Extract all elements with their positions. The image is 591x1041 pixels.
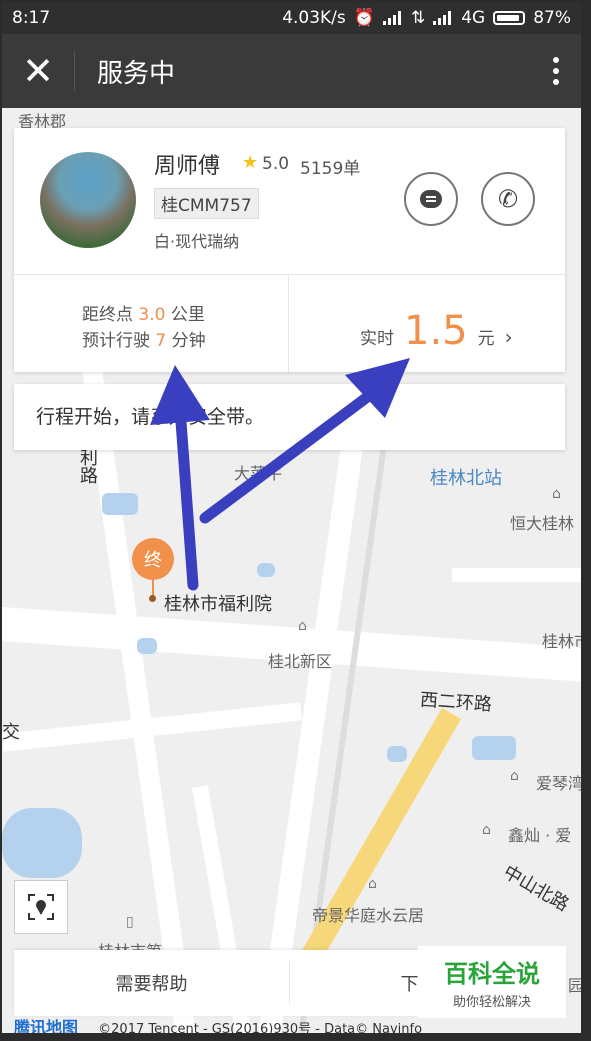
network-speed: 4.03K/s xyxy=(282,8,346,28)
distance-unit: 公里 xyxy=(170,305,205,325)
map-road-4 xyxy=(452,568,581,582)
road-label: 西二环路 xyxy=(419,689,493,716)
fare-unit: 元 xyxy=(477,329,495,349)
poi-house-icon: ⌂ xyxy=(368,876,377,892)
fare-value: 1.5 xyxy=(404,308,468,354)
poi-house-icon: ⌂ xyxy=(552,486,561,502)
map-label: 交 xyxy=(2,722,20,743)
map-label: 桂北新区 xyxy=(268,652,333,671)
driver-card: 周师傅 ★ 5.0 5159单 桂CMM757 白·现代瑞纳 ✆ 距终点 3.0… xyxy=(14,128,565,372)
network-type: 4G xyxy=(461,8,486,28)
tencent-map-logo: 腾讯地图 xyxy=(14,1018,79,1037)
license-plate: 桂CMM757 xyxy=(154,188,259,219)
poi-house-icon: ⌂ xyxy=(482,822,491,838)
call-button[interactable]: ✆ xyxy=(481,172,535,226)
map-water xyxy=(472,736,516,760)
battery-icon xyxy=(493,11,526,25)
copyright-text: ©2017 Tencent - GS(2016)930号 - Data© Nav… xyxy=(98,1022,423,1037)
signal-icon xyxy=(382,11,403,25)
driver-orders: 5159单 xyxy=(300,159,361,179)
map-copyright: 腾讯地图 ©2017 Tencent - GS(2016)930号 - Data… xyxy=(14,1014,422,1038)
map-water xyxy=(102,493,138,515)
fare-label: 实时 xyxy=(360,329,394,349)
signal-icon-2 xyxy=(433,11,453,25)
chat-bubble-icon xyxy=(420,190,442,208)
card-divider xyxy=(14,274,565,275)
road-label: 中山北路 xyxy=(499,861,573,916)
locate-icon xyxy=(28,894,54,920)
help-button[interactable]: 需要帮助 xyxy=(14,950,289,1016)
eta-value: 7 xyxy=(155,331,167,351)
destination-pin-dot xyxy=(149,595,156,602)
data-transfer-icon: ⇅ xyxy=(410,8,426,28)
map-label: 恒大桂林 xyxy=(510,514,575,533)
map-label: 帝景华庭水云居 xyxy=(312,906,425,925)
map-water xyxy=(257,563,275,577)
map-label: 园 xyxy=(568,976,581,995)
map-label: 利路 xyxy=(77,448,98,484)
map-label: 爱琴湾 xyxy=(536,774,581,793)
battery-level: 87% xyxy=(533,8,571,28)
star-icon: ★ xyxy=(242,152,259,173)
watermark-subtitle: 助你轻松解决 xyxy=(452,995,531,1010)
map-road-xierhuan xyxy=(2,605,581,685)
distance-value: 3.0 xyxy=(138,305,166,325)
map-label: 鑫灿 · 爱 xyxy=(508,826,572,845)
eta-label: 预计行驶 xyxy=(82,331,150,351)
car-model: 白·现代瑞纳 xyxy=(154,232,240,251)
poi-house-icon: ⌂ xyxy=(298,618,307,634)
destination-label: 桂林市福利院 xyxy=(164,594,272,615)
driver-rating: 5.0 xyxy=(262,154,290,174)
map-water xyxy=(387,746,407,762)
distance-label: 距终点 xyxy=(82,305,133,325)
card-divider-vertical xyxy=(288,274,289,372)
poi-house-icon: ⌂ xyxy=(510,768,519,784)
trip-notice: 行程开始，请系好安全带。 xyxy=(14,384,565,450)
distance-remaining: 距终点 3.0 公里 xyxy=(82,300,205,325)
status-time: 8:17 xyxy=(12,8,51,28)
baike-watermark: 百科全说 助你轻松解决 xyxy=(418,946,566,1018)
phone-icon: ✆ xyxy=(497,185,519,213)
message-button[interactable] xyxy=(404,172,458,226)
driver-avatar[interactable] xyxy=(40,152,136,248)
watermark-title: 百科全说 xyxy=(444,960,540,988)
more-menu-icon[interactable] xyxy=(531,57,581,85)
map-label: 桂林市 xyxy=(542,632,581,651)
locate-button[interactable] xyxy=(14,880,68,934)
map-label: 桂林北站 xyxy=(430,468,502,489)
destination-pin[interactable]: 终 xyxy=(132,538,174,580)
eta-unit: 分钟 xyxy=(171,331,206,351)
eta: 预计行驶 7 分钟 xyxy=(82,326,206,351)
chevron-right-icon: › xyxy=(504,325,513,349)
page-title: 服务中 xyxy=(97,58,176,89)
poi-book-icon: ▯ xyxy=(126,914,134,930)
title-divider xyxy=(74,51,75,91)
status-bar: 8:17 4.03K/s ⏰ ⇅ 4G 87% xyxy=(2,2,581,34)
map-label: 大菜牛 xyxy=(234,464,283,483)
driver-name: 周师傅 xyxy=(154,154,221,179)
map-water xyxy=(137,638,157,654)
close-icon[interactable]: ✕ xyxy=(2,34,74,108)
map-water-river xyxy=(2,808,82,878)
alarm-icon: ⏰ xyxy=(353,8,375,28)
title-bar: ✕ 服务中 xyxy=(2,34,581,108)
realtime-fare[interactable]: 实时 1.5 元 › xyxy=(360,308,513,354)
